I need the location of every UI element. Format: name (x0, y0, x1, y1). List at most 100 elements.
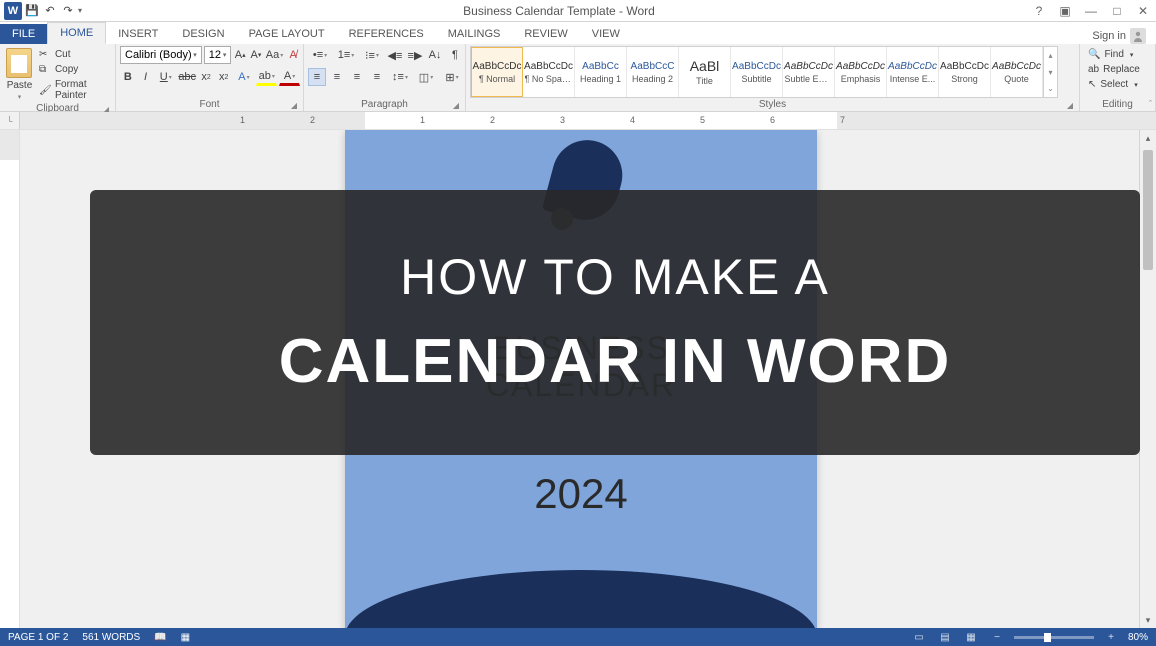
styles-more-icon[interactable]: ▴▾⌄ (1043, 47, 1057, 97)
ruler-tick: 5 (700, 115, 705, 125)
tab-references[interactable]: REFERENCES (337, 24, 436, 44)
ruler-tick: 3 (560, 115, 565, 125)
maximize-icon[interactable]: □ (1108, 2, 1126, 20)
redo-icon[interactable]: ↷ (60, 3, 76, 19)
title-bar: W 💾 ↶ ↷ ▾ Business Calendar Template - W… (0, 0, 1156, 22)
show-marks-icon[interactable]: ¶ (446, 46, 464, 64)
shading-icon[interactable]: ◫▾ (414, 68, 438, 86)
tab-design[interactable]: DESIGN (170, 24, 236, 44)
group-font: Calibri (Body)▾ 12▾ A▴ A▾ Aa▾ A̸ B I U▾ … (116, 44, 304, 111)
align-left-icon[interactable]: ≡ (308, 68, 326, 86)
clear-formatting-icon[interactable]: A̸ (286, 46, 300, 64)
style--normal[interactable]: AaBbCcDc¶ Normal (471, 47, 523, 97)
tab-page-layout[interactable]: PAGE LAYOUT (237, 24, 337, 44)
word-count[interactable]: 561 WORDS (82, 632, 140, 643)
vertical-scrollbar[interactable]: ▴ ▾ (1139, 130, 1156, 628)
minimize-icon[interactable]: — (1082, 2, 1100, 20)
scroll-up-icon[interactable]: ▴ (1140, 130, 1156, 146)
horizontal-ruler[interactable]: └ 121234567 (0, 112, 1156, 130)
style-strong[interactable]: AaBbCcDcStrong (939, 47, 991, 97)
styles-launcher-icon[interactable]: ◢ (1067, 101, 1073, 110)
shrink-font-icon[interactable]: A▾ (249, 46, 263, 64)
tab-mailings[interactable]: MAILINGS (436, 24, 513, 44)
highlight-icon[interactable]: ab▾ (256, 68, 277, 86)
tab-home[interactable]: HOME (47, 22, 106, 44)
sort-icon[interactable]: A↓ (426, 46, 444, 64)
read-mode-icon[interactable]: ▭ (910, 630, 928, 644)
zoom-level[interactable]: 80% (1128, 632, 1148, 643)
paragraph-launcher-icon[interactable]: ◢ (453, 101, 459, 110)
wave-graphic (345, 570, 817, 628)
cut-button[interactable]: ✂Cut (37, 48, 111, 61)
style-intense-e-[interactable]: AaBbCcDcIntense E... (887, 47, 939, 97)
close-icon[interactable]: ✕ (1134, 2, 1152, 20)
copy-button[interactable]: ⧉Copy (37, 63, 111, 76)
web-layout-icon[interactable]: ▦ (962, 630, 980, 644)
vertical-ruler[interactable] (0, 130, 20, 628)
borders-icon[interactable]: ⊞▾ (440, 68, 464, 86)
ruler-tick: 2 (490, 115, 495, 125)
replace-button[interactable]: abReplace (1084, 63, 1144, 76)
style-title[interactable]: AaBlTitle (679, 47, 731, 97)
font-family-combo[interactable]: Calibri (Body)▾ (120, 46, 202, 64)
subscript-icon[interactable]: x2 (198, 68, 214, 86)
style-subtle-em-[interactable]: AaBbCcDcSubtle Em... (783, 47, 835, 97)
numbering-icon[interactable]: 1≡▾ (334, 46, 358, 64)
sign-in-link[interactable]: Sign in (1092, 28, 1146, 44)
ruler-tick: 6 (770, 115, 775, 125)
decrease-indent-icon[interactable]: ◀≡ (386, 46, 404, 64)
font-size-combo[interactable]: 12▾ (204, 46, 232, 64)
style-subtitle[interactable]: AaBbCcDcSubtitle (731, 47, 783, 97)
style-emphasis[interactable]: AaBbCcDcEmphasis (835, 47, 887, 97)
tab-review[interactable]: REVIEW (512, 24, 579, 44)
ruler-tick: 2 (310, 115, 315, 125)
font-color-icon[interactable]: A▾ (279, 68, 300, 86)
scroll-down-icon[interactable]: ▾ (1140, 612, 1156, 628)
multilevel-icon[interactable]: ⁝≡▾ (360, 46, 384, 64)
avatar-icon (1130, 28, 1146, 44)
grow-font-icon[interactable]: A▴ (233, 46, 247, 64)
collapse-ribbon-icon[interactable]: ˆ (1149, 99, 1152, 109)
undo-icon[interactable]: ↶ (42, 3, 58, 19)
qat-customize-icon[interactable]: ▾ (78, 6, 88, 15)
style-heading-2[interactable]: AaBbCcCHeading 2 (627, 47, 679, 97)
format-painter-button[interactable]: 🖌Format Painter (37, 78, 111, 102)
ruler-tick: 1 (240, 115, 245, 125)
style--no-spac-[interactable]: AaBbCcDc¶ No Spac... (523, 47, 575, 97)
align-center-icon[interactable]: ≡ (328, 68, 346, 86)
macro-icon[interactable]: ▦ (181, 632, 190, 643)
style-heading-1[interactable]: AaBbCcHeading 1 (575, 47, 627, 97)
underline-icon[interactable]: U▾ (155, 68, 176, 86)
select-button[interactable]: ↖Select▾ (1084, 78, 1144, 91)
zoom-out-icon[interactable]: − (988, 630, 1006, 644)
tab-view[interactable]: VIEW (580, 24, 632, 44)
superscript-icon[interactable]: x2 (216, 68, 232, 86)
tab-file[interactable]: FILE (0, 24, 47, 44)
zoom-slider[interactable] (1014, 636, 1094, 639)
strikethrough-icon[interactable]: abc (178, 68, 196, 86)
increase-indent-icon[interactable]: ≡▶ (406, 46, 424, 64)
print-layout-icon[interactable]: ▤ (936, 630, 954, 644)
spell-check-icon[interactable]: 📖 (154, 632, 166, 643)
bullets-icon[interactable]: •≡▾ (308, 46, 332, 64)
text-effects-icon[interactable]: A▾ (234, 68, 255, 86)
italic-icon[interactable]: I (138, 68, 154, 86)
paste-button[interactable]: Paste ▾ (4, 46, 35, 102)
scroll-thumb[interactable] (1143, 150, 1153, 270)
overlay-title-line1: HOW TO MAKE A (400, 248, 830, 306)
find-button[interactable]: 🔍Find▾ (1084, 48, 1144, 61)
justify-icon[interactable]: ≡ (368, 68, 386, 86)
save-icon[interactable]: 💾 (24, 3, 40, 19)
zoom-in-icon[interactable]: + (1102, 630, 1120, 644)
font-launcher-icon[interactable]: ◢ (291, 101, 297, 110)
change-case-icon[interactable]: Aa▾ (265, 46, 284, 64)
align-right-icon[interactable]: ≡ (348, 68, 366, 86)
tab-insert[interactable]: INSERT (106, 24, 170, 44)
status-bar: PAGE 1 OF 2 561 WORDS 📖 ▦ ▭ ▤ ▦ − + 80% (0, 628, 1156, 646)
line-spacing-icon[interactable]: ↕≡▾ (388, 68, 412, 86)
style-quote[interactable]: AaBbCcDcQuote (991, 47, 1043, 97)
page-indicator[interactable]: PAGE 1 OF 2 (8, 632, 68, 643)
bold-icon[interactable]: B (120, 68, 136, 86)
ribbon-display-icon[interactable]: ▣ (1056, 2, 1074, 20)
help-icon[interactable]: ? (1030, 2, 1048, 20)
